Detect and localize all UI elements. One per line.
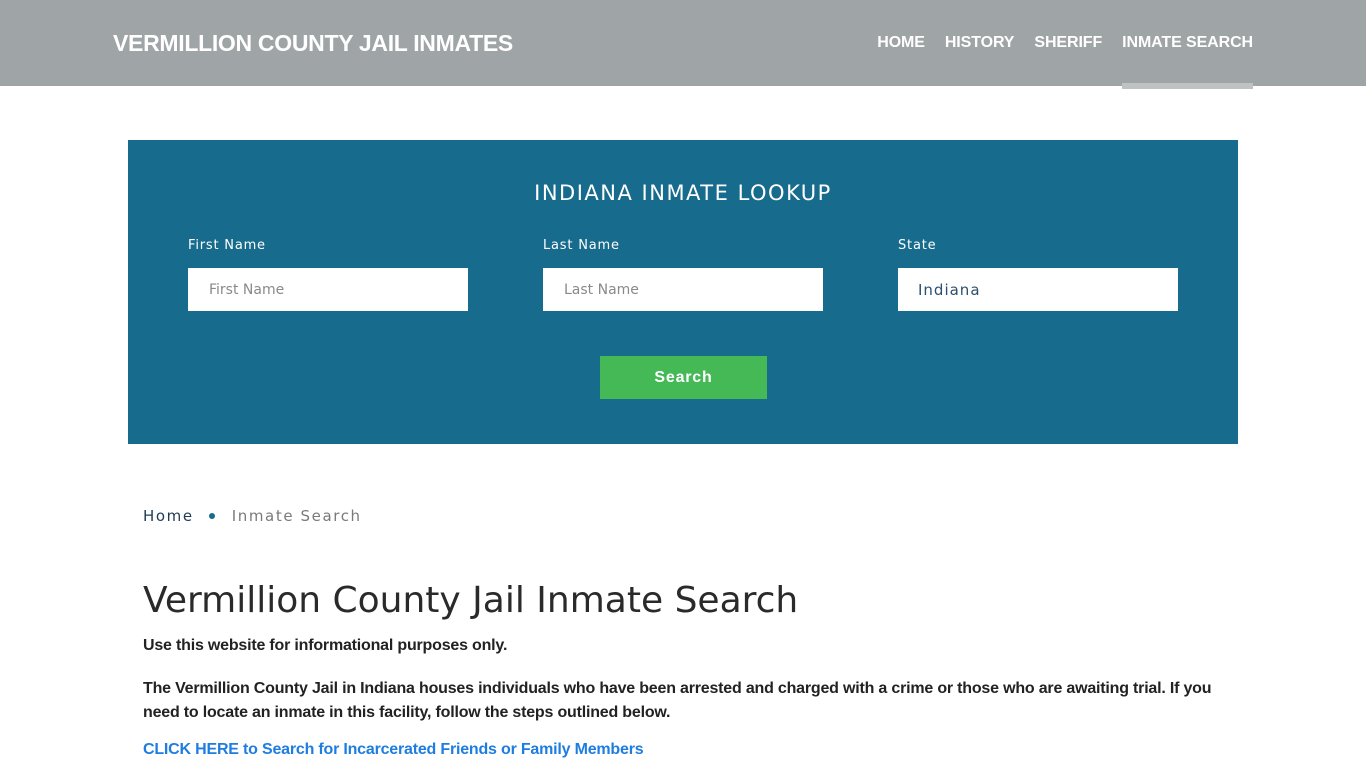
breadcrumb-home[interactable]: Home	[143, 507, 194, 525]
last-name-label: Last Name	[543, 238, 620, 253]
state-field-group: State	[898, 238, 1178, 311]
disclaimer-text: Use this website for informational purpo…	[143, 637, 508, 654]
page-title: Vermillion County Jail Inmate Search	[143, 580, 799, 621]
last-name-input[interactable]	[543, 268, 823, 311]
breadcrumb: Home Inmate Search	[143, 507, 362, 525]
first-name-field-group: First Name	[188, 238, 468, 311]
main-nav: HOME HISTORY SHERIFF INMATE SEARCH	[857, 0, 1253, 89]
last-name-field-group: Last Name	[543, 238, 823, 311]
search-family-link[interactable]: CLICK HERE to Search for Incarcerated Fr…	[143, 741, 644, 759]
lookup-title: INDIANA INMATE LOOKUP	[534, 181, 832, 205]
breadcrumb-current: Inmate Search	[231, 507, 362, 525]
site-header: VERMILLION COUNTY JAIL INMATES HOME HIST…	[0, 0, 1366, 89]
site-logo-link[interactable]: VERMILLION COUNTY JAIL INMATES	[113, 30, 513, 57]
state-input[interactable]	[898, 268, 1178, 311]
first-name-label: First Name	[188, 238, 266, 253]
nav-home[interactable]: HOME	[877, 0, 925, 86]
nav-sheriff[interactable]: SHERIFF	[1034, 0, 1102, 86]
first-name-input[interactable]	[188, 268, 468, 311]
nav-history[interactable]: HISTORY	[945, 0, 1015, 86]
intro-paragraph: The Vermillion County Jail in Indiana ho…	[143, 680, 1212, 721]
state-label: State	[898, 238, 937, 253]
search-button[interactable]: Search	[600, 356, 767, 399]
breadcrumb-separator-dot	[208, 513, 215, 519]
nav-inmate-search[interactable]: INMATE SEARCH	[1122, 0, 1253, 89]
